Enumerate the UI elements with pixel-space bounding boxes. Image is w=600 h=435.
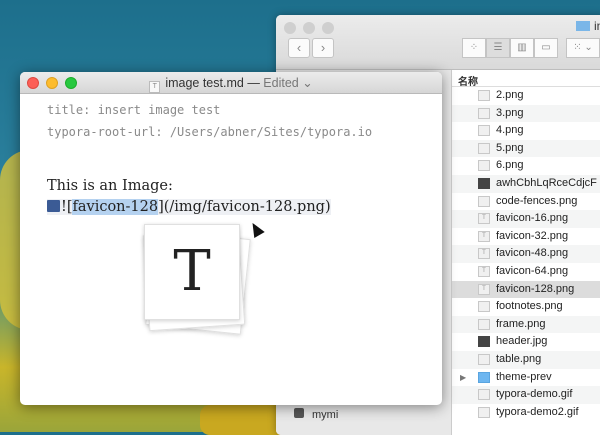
finder-toolbar: ‹ › ⁘ ☰ ▥ ▭ ⁙ ⌄ in <box>276 15 600 70</box>
file-row[interactable]: 5.png <box>452 139 600 158</box>
file-name: theme-prev <box>496 370 552 383</box>
file-name: footnotes.png <box>496 300 563 313</box>
image-file-icon <box>478 142 490 154</box>
file-name: favicon-64.png <box>496 264 569 277</box>
sidebar-item[interactable]: mymi <box>294 408 338 421</box>
minimize-button[interactable] <box>303 22 315 34</box>
forward-button[interactable]: › <box>312 38 334 58</box>
file-row[interactable]: header.jpg <box>452 333 600 351</box>
file-name: favicon-48.png <box>496 247 569 260</box>
file-name: favicon-16.png <box>496 212 569 225</box>
file-name: 5.png <box>496 141 524 154</box>
editor-window: Timage test.md — Edited ⌄ title: insert … <box>20 72 442 405</box>
editor-titlebar: Timage test.md — Edited ⌄ <box>20 72 442 94</box>
arrange-button[interactable]: ⁙ ⌄ <box>566 38 600 58</box>
file-row[interactable]: Tfavicon-32.png <box>452 228 600 246</box>
typora-file-icon: T <box>478 248 490 260</box>
selected-alt-text[interactable]: favicon-128 <box>72 199 159 215</box>
typora-logo: T <box>173 239 211 304</box>
document-title: image test.md <box>165 76 244 90</box>
image-file-icon <box>478 406 490 418</box>
image-preview: T <box>144 224 240 320</box>
file-name: 4.png <box>496 124 524 137</box>
finder-title: in <box>576 19 600 33</box>
zoom-button[interactable] <box>322 22 334 34</box>
file-name: header.jpg <box>496 335 548 348</box>
icon-view-button[interactable]: ⁘ <box>462 38 486 58</box>
edited-status[interactable]: Edited ⌄ <box>263 76 312 90</box>
file-list: 名称 2.png 3.png 4.png 5.png 6.png awhCbhLqRceC… <box>452 70 600 435</box>
image-file-icon <box>478 353 490 365</box>
file-row[interactable]: code-fences.png <box>452 193 600 211</box>
image-file-icon <box>478 301 490 313</box>
drive-icon <box>294 408 304 418</box>
dark-image-file-icon <box>478 177 490 189</box>
file-row[interactable]: Tfavicon-48.png <box>452 245 600 263</box>
file-name: favicon-32.png <box>496 229 569 242</box>
disclosure-triangle-icon[interactable]: ▶ <box>460 369 466 387</box>
paragraph-text[interactable]: This is an Image: <box>47 178 173 194</box>
file-name: favicon-128.png <box>496 282 575 295</box>
file-name: frame.png <box>496 317 546 330</box>
image-file-icon <box>478 90 490 101</box>
file-row[interactable]: frame.png <box>452 315 600 334</box>
file-row[interactable]: 4.png <box>452 122 600 140</box>
file-row[interactable]: Tfavicon-16.png <box>452 210 600 228</box>
minimize-button[interactable] <box>46 77 58 89</box>
file-row[interactable]: table.png <box>452 350 600 369</box>
back-button[interactable]: ‹ <box>288 38 310 58</box>
typora-file-icon: T <box>478 283 490 295</box>
zoom-button[interactable] <box>65 77 77 89</box>
dark-image-file-icon <box>478 336 490 348</box>
name-column-header[interactable]: 名称 <box>452 70 600 88</box>
file-name: typora-demo2.gif <box>496 405 579 418</box>
file-row[interactable]: 3.png <box>452 104 600 123</box>
file-row[interactable]: footnotes.png <box>452 298 600 316</box>
image-file-icon <box>478 389 490 401</box>
file-name: code-fences.png <box>496 194 578 207</box>
column-view-button[interactable]: ▥ <box>510 38 534 58</box>
typora-file-icon: T <box>478 265 490 277</box>
typora-file-icon: T <box>478 213 490 225</box>
file-row[interactable]: 6.png <box>452 157 600 175</box>
image-file-icon <box>478 318 490 330</box>
image-file-icon <box>478 107 490 119</box>
yaml-line[interactable]: title: insert image test <box>47 99 220 121</box>
file-row[interactable]: typora-demo.gif <box>452 386 600 404</box>
folder-icon <box>478 371 490 383</box>
image-icon <box>47 200 60 212</box>
file-row[interactable]: Tfavicon-64.png <box>452 263 600 281</box>
file-row[interactable]: Tfavicon-128.png <box>452 280 600 299</box>
image-file-icon <box>478 160 490 172</box>
image-file-icon <box>478 195 490 207</box>
close-button[interactable] <box>27 77 39 89</box>
file-row[interactable]: ▶ theme-prev <box>452 369 600 387</box>
file-row[interactable]: typora-demo2.gif <box>452 404 600 422</box>
close-button[interactable] <box>284 22 296 34</box>
file-name: typora-demo.gif <box>496 388 573 401</box>
image-file-icon <box>478 125 490 137</box>
file-row[interactable]: 2.png <box>452 87 600 105</box>
document-icon: T <box>149 81 161 93</box>
typora-file-icon: T <box>478 230 490 242</box>
file-name: awhCbhLqRceCdjcF <box>496 176 597 189</box>
coverflow-view-button[interactable]: ▭ <box>534 38 558 58</box>
folder-icon <box>576 21 590 31</box>
yaml-line[interactable]: typora-root-url: /Users/abner/Sites/typo… <box>47 121 372 143</box>
image-markdown-source[interactable]: ![favicon-128](/img/favicon-128.png) <box>47 199 331 215</box>
list-view-button[interactable]: ☰ <box>486 38 510 58</box>
file-name: 6.png <box>496 159 524 172</box>
file-row[interactable]: awhCbhLqRceCdjcF <box>452 174 600 193</box>
file-name: 3.png <box>496 106 524 119</box>
file-name: 2.png <box>496 89 524 101</box>
file-name: table.png <box>496 352 542 365</box>
